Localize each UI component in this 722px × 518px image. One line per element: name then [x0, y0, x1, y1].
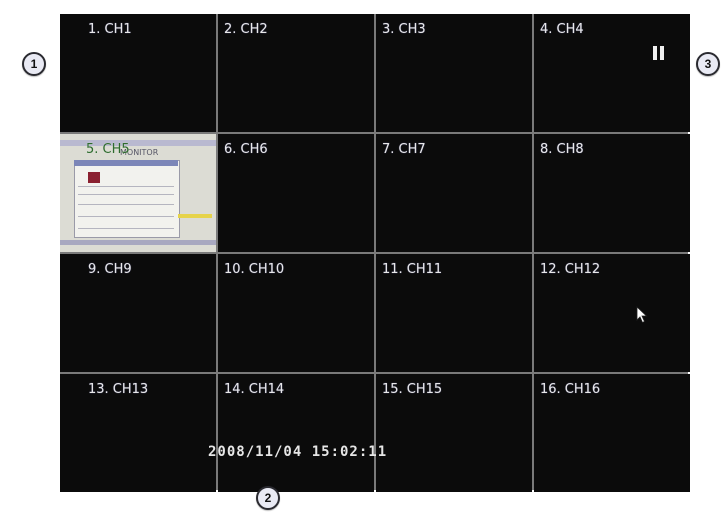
- channel-9-label: 9. CH9: [88, 262, 132, 277]
- channel-13-tile[interactable]: 13. CH13: [60, 374, 216, 492]
- multi-channel-monitor-grid: 1. CH1 2. CH2 3. CH3 4. CH4 MONITOR 5. C…: [60, 14, 690, 492]
- channel-14-label: 14. CH14: [224, 382, 285, 397]
- channel-16-label: 16. CH16: [540, 382, 601, 397]
- channel-1-tile[interactable]: 1. CH1: [60, 14, 216, 132]
- channel-6-label: 6. CH6: [224, 142, 268, 157]
- channel-7-label: 7. CH7: [382, 142, 426, 157]
- channel-11-tile[interactable]: 11. CH11: [376, 254, 532, 372]
- channel-4-tile[interactable]: 4. CH4: [534, 14, 690, 132]
- channel-3-tile[interactable]: 3. CH3: [376, 14, 532, 132]
- dvr-screen-figure: 1. CH1 2. CH2 3. CH3 4. CH4 MONITOR 5. C…: [0, 0, 722, 518]
- channel-8-tile[interactable]: 8. CH8: [534, 134, 690, 252]
- channel-2-label: 2. CH2: [224, 22, 268, 37]
- callout-2: 2: [256, 486, 280, 510]
- channel-5-label: 5. CH5: [86, 142, 130, 157]
- channel-10-label: 10. CH10: [224, 262, 285, 277]
- channel-12-tile[interactable]: 12. CH12: [534, 254, 690, 372]
- channel-7-tile[interactable]: 7. CH7: [376, 134, 532, 252]
- channel-1-label: 1. CH1: [88, 22, 132, 37]
- channel-14-tile[interactable]: 14. CH14: [218, 374, 374, 492]
- pause-icon: [652, 46, 666, 60]
- channel-15-label: 15. CH15: [382, 382, 443, 397]
- channel-2-tile[interactable]: 2. CH2: [218, 14, 374, 132]
- channel-5-tile[interactable]: MONITOR 5. CH5: [60, 134, 216, 252]
- datetime-display: 2008/11/04 15:02:11: [208, 444, 388, 460]
- callout-1: 1: [22, 52, 46, 76]
- channel-10-tile[interactable]: 10. CH10: [218, 254, 374, 372]
- channel-6-tile[interactable]: 6. CH6: [218, 134, 374, 252]
- channel-5-video-preview: MONITOR: [60, 134, 216, 252]
- callout-3: 3: [696, 52, 720, 76]
- channel-3-label: 3. CH3: [382, 22, 426, 37]
- channel-9-tile[interactable]: 9. CH9: [60, 254, 216, 372]
- channel-12-label: 12. CH12: [540, 262, 601, 277]
- channel-13-label: 13. CH13: [88, 382, 149, 397]
- channel-15-tile[interactable]: 15. CH15: [376, 374, 532, 492]
- channel-11-label: 11. CH11: [382, 262, 443, 277]
- channel-16-tile[interactable]: 16. CH16: [534, 374, 690, 492]
- channel-4-label: 4. CH4: [540, 22, 584, 37]
- mouse-cursor-icon: [636, 306, 648, 324]
- channel-8-label: 8. CH8: [540, 142, 584, 157]
